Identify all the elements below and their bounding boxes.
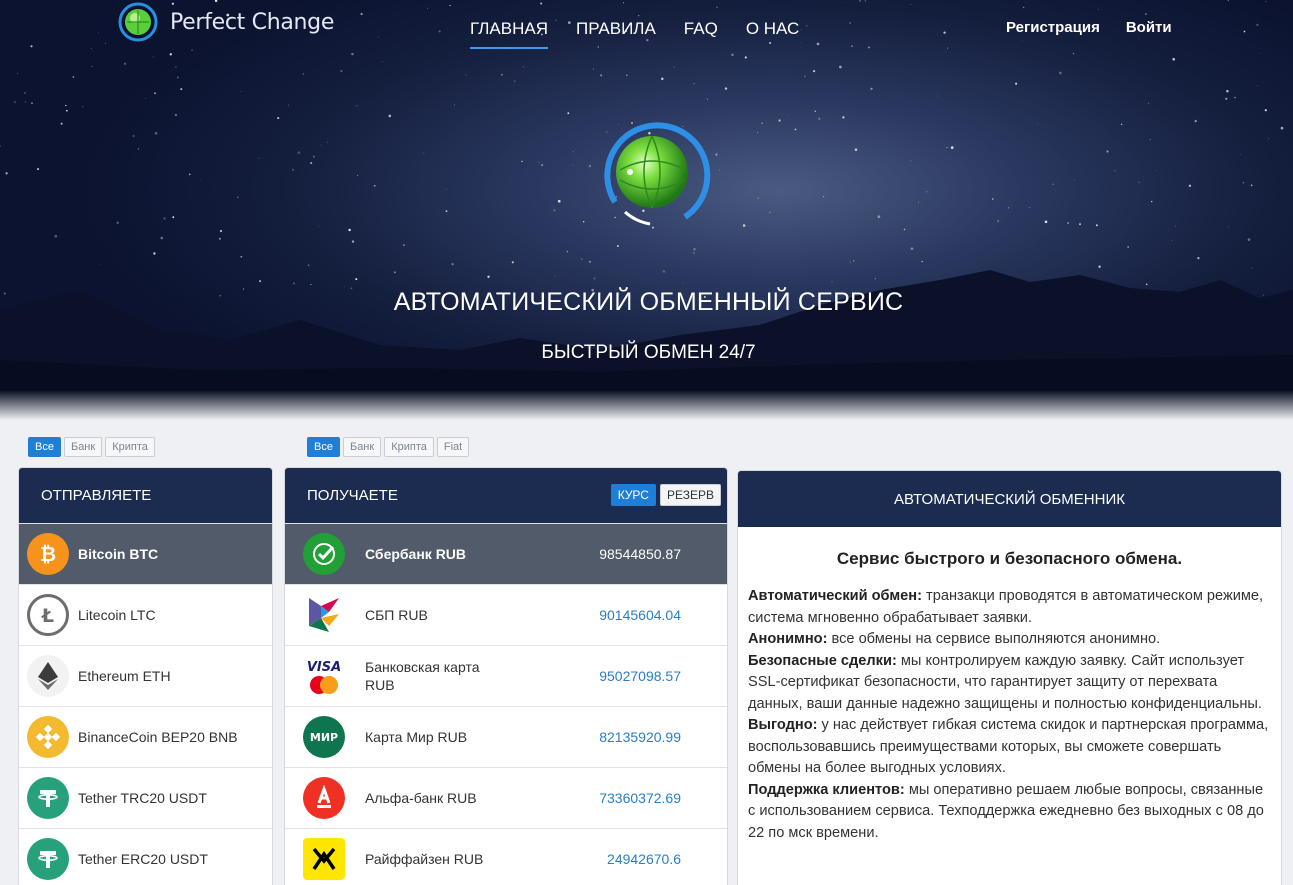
svg-text:₿: ₿	[40, 542, 56, 566]
get-filter-crypto[interactable]: Крипта	[384, 437, 434, 457]
get-filter-bank[interactable]: Банк	[342, 437, 382, 457]
binance-icon	[27, 716, 69, 758]
tether-icon	[27, 777, 69, 819]
info-panel-header: АВТОМАТИЧЕСКИЙ ОБМЕННИК	[738, 471, 1281, 527]
nav-faq[interactable]: FAQ	[684, 19, 718, 49]
give-filter-crypto[interactable]: Крипта	[105, 437, 155, 457]
litecoin-icon: Ł	[27, 594, 69, 636]
svg-text:МИР: МИР	[310, 731, 338, 744]
main-nav: ГЛАВНАЯ ПРАВИЛА FAQ О НАС	[470, 19, 827, 49]
give-panel-header: ОТПРАВЛЯЕТЕ	[19, 468, 272, 523]
raiffeisen-icon	[303, 838, 345, 880]
rate-reserve-toggle: КУРС РЕЗЕРВ	[607, 484, 721, 506]
brand-name: Perfect Change	[170, 9, 335, 35]
give-item-usdt-erc20[interactable]: Tether ERC20 USDT	[19, 828, 272, 885]
get-item-sbp[interactable]: СБП RUB 90145604.04	[285, 584, 727, 645]
get-item-sberbank[interactable]: Сбербанк RUB 98544850.87	[285, 523, 727, 584]
get-panel-title: ПОЛУЧАЕТЕ	[307, 487, 398, 504]
give-item-btc[interactable]: ₿ Bitcoin BTC	[19, 523, 272, 584]
alfabank-icon	[303, 777, 345, 819]
globe-emblem-icon	[604, 122, 711, 226]
tether-icon	[27, 838, 69, 880]
mir-icon: МИР	[303, 716, 345, 758]
info-paragraph: Поддержка клиентов: мы оперативно решаем…	[748, 781, 1264, 841]
visa-mastercard-icon: VISA	[303, 655, 345, 697]
sberbank-icon	[303, 533, 345, 575]
svg-text:VISA: VISA	[307, 660, 341, 675]
login-link[interactable]: Войти	[1126, 19, 1172, 36]
get-panel: ПОЛУЧАЕТЕ КУРС РЕЗЕРВ Сбербанк RUB 98544…	[284, 467, 728, 885]
sbp-icon	[303, 594, 345, 636]
reserve-amount: 73360372.69	[599, 790, 681, 806]
get-item-mir[interactable]: МИР Карта Мир RUB 82135920.99	[285, 706, 727, 767]
rate-toggle-button[interactable]: КУРС	[610, 484, 656, 506]
hero-banner: Perfect Change ГЛАВНАЯ ПРАВИЛА FAQ О НАС…	[0, 0, 1293, 420]
give-item-eth[interactable]: Ethereum ETH	[19, 645, 272, 706]
nav-about[interactable]: О НАС	[746, 19, 799, 49]
reserve-amount: 98544850.87	[599, 546, 681, 562]
give-item-ltc[interactable]: Ł Litecoin LTC	[19, 584, 272, 645]
hero-subtitle: БЫСТРЫЙ ОБМЕН 24/7	[541, 342, 756, 363]
get-filter-all[interactable]: Все	[307, 437, 340, 457]
info-paragraph: Автоматический обмен: транзакци проводят…	[748, 588, 1264, 626]
reserve-amount: 95027098.57	[599, 668, 681, 684]
register-link[interactable]: Регистрация	[1006, 19, 1100, 36]
auth-links: Регистрация Войти	[1006, 19, 1198, 36]
bitcoin-icon: ₿	[27, 533, 69, 575]
reserve-amount: 82135920.99	[599, 729, 681, 745]
info-paragraph: Выгодно: у нас действует гибкая система …	[748, 717, 1269, 776]
ethereum-icon	[27, 655, 69, 697]
get-panel-header: ПОЛУЧАЕТЕ КУРС РЕЗЕРВ	[285, 468, 727, 523]
get-item-raiffeisen[interactable]: Райффайзен RUB 24942670.6	[285, 828, 727, 885]
info-panel: АВТОМАТИЧЕСКИЙ ОБМЕННИК Сервис быстрого …	[737, 470, 1282, 885]
get-filters: Все Банк Крипта Fiat	[307, 437, 472, 457]
reserve-toggle-button[interactable]: РЕЗЕРВ	[659, 484, 721, 506]
give-filter-all[interactable]: Все	[28, 437, 61, 457]
give-item-usdt-trc20[interactable]: Tether TRC20 USDT	[19, 767, 272, 828]
give-item-bnb[interactable]: BinanceCoin BEP20 BNB	[19, 706, 272, 767]
svg-text:Ł: Ł	[41, 605, 54, 627]
hero-title: АВТОМАТИЧЕСКИЙ ОБМЕННЫЙ СЕРВИС	[393, 288, 904, 316]
reserve-amount: 24942670.6	[607, 851, 681, 867]
get-item-bank-card[interactable]: VISA Банковская карта RUB 95027098.57	[285, 645, 727, 706]
info-paragraph: Безопасные сделки: мы контролируем кажду…	[748, 652, 1262, 712]
info-text: Автоматический обмен: транзакци проводят…	[748, 586, 1271, 844]
reserve-amount: 90145604.04	[599, 607, 681, 623]
info-paragraph: Анонимно: все обмены на сервисе выполняю…	[748, 631, 1161, 647]
nav-home[interactable]: ГЛАВНАЯ	[470, 19, 548, 49]
info-title: Сервис быстрого и безопасного обмена.	[836, 549, 1183, 568]
give-panel: ОТПРАВЛЯЕТЕ ₿ Bitcoin BTC Ł Litecoin LTC…	[18, 467, 273, 885]
give-filter-bank[interactable]: Банк	[63, 437, 103, 457]
get-filter-fiat[interactable]: Fiat	[436, 437, 470, 457]
get-item-alfabank[interactable]: Альфа-банк RUB 73360372.69	[285, 767, 727, 828]
nav-rules[interactable]: ПРАВИЛА	[576, 19, 656, 49]
give-filters: Все Банк Крипта	[28, 437, 158, 457]
site-logo[interactable]: Perfect Change	[118, 2, 334, 42]
logo-globe-icon	[118, 2, 158, 42]
